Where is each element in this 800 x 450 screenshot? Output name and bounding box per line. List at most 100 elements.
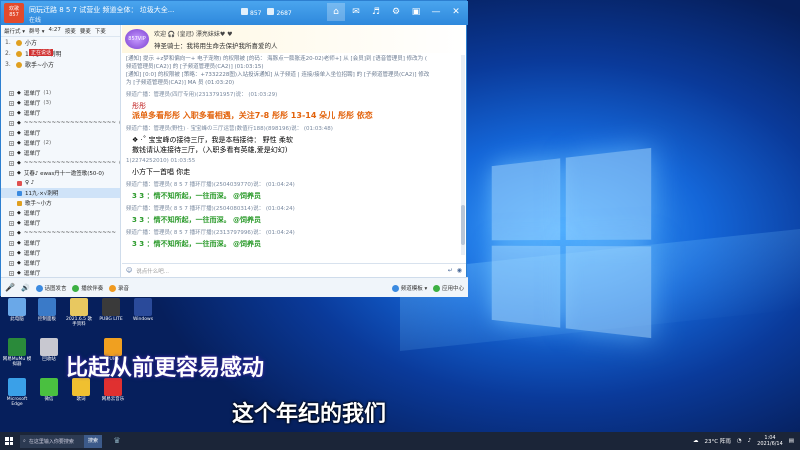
channel-item[interactable]: + ◆ 逗单厅: [1, 238, 120, 248]
expand-toggle-icon[interactable]: +: [9, 90, 14, 96]
channel-name: 逗单厅: [23, 91, 41, 97]
weather-icon[interactable]: ☁: [693, 438, 699, 444]
volume-icon[interactable]: 🔊: [21, 284, 30, 292]
expand-toggle-icon[interactable]: +: [9, 150, 14, 156]
mic-header-item[interactable]: 最行式 ▾: [4, 27, 25, 35]
mic-header-item[interactable]: 按麦: [65, 27, 76, 35]
desktop-shortcut[interactable]: 2021.6.5 歌手资料: [64, 298, 94, 327]
channel-item[interactable]: + ◆ 逗单厅: [1, 258, 120, 268]
chat-input[interactable]: 说点什么吧...: [136, 267, 443, 275]
minimize-icon[interactable]: —: [427, 3, 445, 21]
mic-header-item[interactable]: 要麦: [80, 27, 91, 35]
emoji-icon[interactable]: ☺: [126, 267, 132, 274]
music-icon[interactable]: ♬: [367, 3, 385, 21]
free-speak-button[interactable]: 话图发言: [35, 284, 66, 292]
channel-item[interactable]: +◆~~~~~~~~~~~~~~~~~~~~(4): [1, 118, 120, 128]
channel-template-button[interactable]: 频道模板 ▾: [391, 284, 427, 292]
clock[interactable]: 1:04 2021/6/14: [757, 435, 783, 447]
channel-tree-panel[interactable]: 最行式 ▾群号 ▾4:27按麦要麦下麦 1.小方2.11九·×√刺明3.歌手~小…: [1, 25, 121, 277]
speaker-icon[interactable]: ♪: [748, 438, 752, 444]
yy-voice-window[interactable]: 欢歌 857 同玩迁路 8 5 7 试营业 频道全体： 垃圾大全... 在线 8…: [0, 0, 468, 297]
chat-area[interactable]: 857VIP 欢迎 🎧 (皇冠) 漂亮妹妹♥ ♥ 神圣骑士：我将用生命去保护我所…: [122, 25, 466, 263]
start-button[interactable]: [0, 432, 18, 450]
expand-toggle-icon[interactable]: +: [9, 250, 14, 256]
system-notice: [通知] [0:0] 的权限被 [策略：+7332228图)入站投诉通知] 从子…: [126, 72, 430, 78]
mic-header-item[interactable]: 4:27: [49, 27, 61, 34]
expand-toggle-icon[interactable]: +: [9, 270, 14, 276]
desktop-shortcut-label: PUBG LITE: [99, 317, 123, 322]
expand-toggle-icon[interactable]: +: [9, 210, 14, 216]
channel-user[interactable]: 歌手~小方: [1, 198, 120, 208]
message-body: 撒钱请认准接待三厅，（入职多看有英雄,爱是幻幻): [132, 146, 288, 154]
search-icon: ⌕: [23, 438, 26, 444]
speaker-row[interactable]: 1. 小方: [1, 37, 120, 48]
mail-icon[interactable]: ✉: [347, 3, 365, 21]
desktop-shortcut[interactable]: Windows: [128, 298, 158, 322]
expand-toggle-icon[interactable]: +: [9, 120, 14, 126]
titlebar[interactable]: 欢歌 857 同玩迁路 8 5 7 试营业 频道全体： 垃圾大全... 在线 8…: [1, 1, 468, 25]
settings-icon[interactable]: ⚙: [387, 3, 405, 21]
channel-item[interactable]: + ◆ 逗单厅: [1, 268, 120, 277]
expand-toggle-icon[interactable]: +: [9, 140, 14, 146]
channel-logo[interactable]: 欢歌 857: [4, 3, 24, 23]
chat-scrollbar[interactable]: [461, 55, 465, 255]
record-button[interactable]: 录音: [109, 284, 129, 292]
desktop-shortcut-label: 歌词: [76, 397, 86, 402]
channel-item[interactable]: + ◆ 逗单厅: [1, 108, 120, 118]
desktop-shortcut[interactable]: 控制面板: [32, 298, 62, 322]
home-icon[interactable]: ⌂: [327, 3, 345, 21]
desktop-shortcut[interactable]: PUBG LITE: [96, 298, 126, 322]
expand-toggle-icon[interactable]: +: [9, 240, 14, 246]
expand-toggle-icon[interactable]: +: [9, 230, 14, 236]
channel-item[interactable]: + ◆ 逗单厅: [1, 218, 120, 228]
expand-toggle-icon[interactable]: +: [9, 110, 14, 116]
expand-toggle-icon[interactable]: +: [9, 170, 14, 176]
channel-item[interactable]: + ◆ 逗单厅: [1, 248, 120, 258]
desktop-shortcut[interactable]: 微信: [34, 378, 64, 402]
expand-toggle-icon[interactable]: +: [9, 100, 14, 106]
yy-taskbar-icon[interactable]: ♛: [110, 434, 124, 448]
system-notice: [通知] 提示 +z梦和偏向一+ 电子宠物) 的权限被 [的码： 海豚点一膨胀连…: [126, 56, 428, 62]
speaker-row[interactable]: 3. 歌手~小方: [1, 59, 120, 70]
expand-toggle-icon[interactable]: +: [9, 160, 14, 166]
desktop-shortcut[interactable]: 网易MuMu 模拟器: [2, 338, 32, 367]
app-center-button[interactable]: 应用中心: [433, 284, 464, 292]
desktop-shortcut[interactable]: 此电脑: [2, 298, 32, 322]
channel-item[interactable]: + ◆ 逗单厅: [1, 208, 120, 218]
notification-icon[interactable]: ▤: [789, 438, 794, 444]
taskbar-search-input[interactable]: ⌕ 在这里输入你要搜索: [20, 434, 84, 448]
channel-item[interactable]: + ◆ 逗单厅: [1, 148, 120, 158]
expand-toggle-icon[interactable]: +: [9, 130, 14, 136]
channel-item[interactable]: + ◆ 逗单厅 (2): [1, 138, 120, 148]
close-icon[interactable]: ✕: [447, 3, 465, 21]
channel-arrow-icon: ◆: [17, 250, 21, 256]
desktop-shortcut[interactable]: 回收站: [34, 338, 64, 362]
mic-icon[interactable]: 🎤: [5, 283, 15, 292]
channel-user[interactable]: ♀ ♪: [1, 178, 120, 188]
speaking-label: 正在说话: [29, 49, 54, 56]
scrollbar-thumb[interactable]: [461, 205, 465, 245]
speaker-row[interactable]: 2.11九·×√刺明: [1, 48, 120, 59]
desktop-shortcut-label: 网易云音乐: [101, 397, 125, 402]
send-icon[interactable]: ↵: [448, 267, 453, 274]
play-accompaniment-button[interactable]: 播放伴奏: [72, 284, 103, 292]
network-icon[interactable]: ◔: [737, 438, 742, 444]
channel-item[interactable]: + ◆ 逗单厅 (1): [1, 88, 120, 98]
chat-input-bar[interactable]: ☺ 说点什么吧... ↵ ◉: [122, 263, 466, 277]
channel-item[interactable]: + ◆ 逗单厅 (3): [1, 98, 120, 108]
more-icon[interactable]: ◉: [457, 267, 462, 274]
search-button[interactable]: 搜索: [84, 434, 103, 448]
channel-item[interactable]: + ◆ 逗单厅: [1, 128, 120, 138]
speaker-number: 3.: [5, 61, 11, 68]
weather-text[interactable]: 23°C 阵雨: [704, 437, 730, 445]
expand-toggle-icon[interactable]: +: [9, 260, 14, 266]
desktop-shortcut[interactable]: Microsoft Edge: [2, 378, 32, 407]
skin-icon[interactable]: ▣: [407, 3, 425, 21]
channel-item[interactable]: + ◆ ~~~~~~~~~~~~~~~~~~~~: [1, 228, 120, 238]
channel-user[interactable]: 11九·×√刺明: [1, 188, 120, 198]
mic-header-item[interactable]: 群号 ▾: [29, 27, 45, 35]
channel-item[interactable]: +◆~~~~~~~~~~~~~~~~~~~~(2): [1, 158, 120, 168]
mic-header-item[interactable]: 下麦: [95, 27, 106, 35]
expand-toggle-icon[interactable]: +: [9, 220, 14, 226]
channel-item[interactable]: + ◆ 艾春♪ ewas丹十一邀签歌(50-0): [1, 168, 120, 178]
